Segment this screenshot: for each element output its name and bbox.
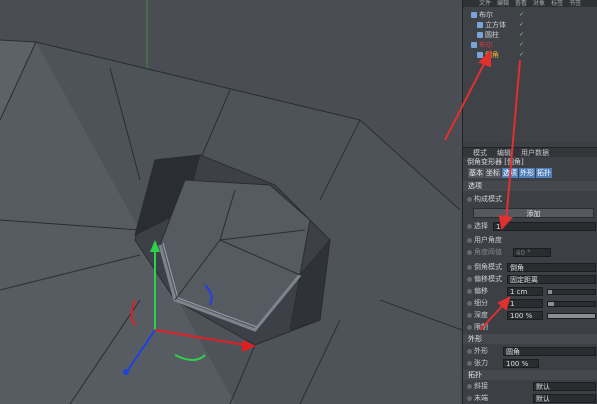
- annotation-arrow-to-selection: [505, 59, 521, 223]
- annotation-arrow-to-bevel: [444, 57, 488, 141]
- annotation-arrow-to-subdivision: [479, 302, 506, 331]
- annotation-overlay: [444, 49, 521, 331]
